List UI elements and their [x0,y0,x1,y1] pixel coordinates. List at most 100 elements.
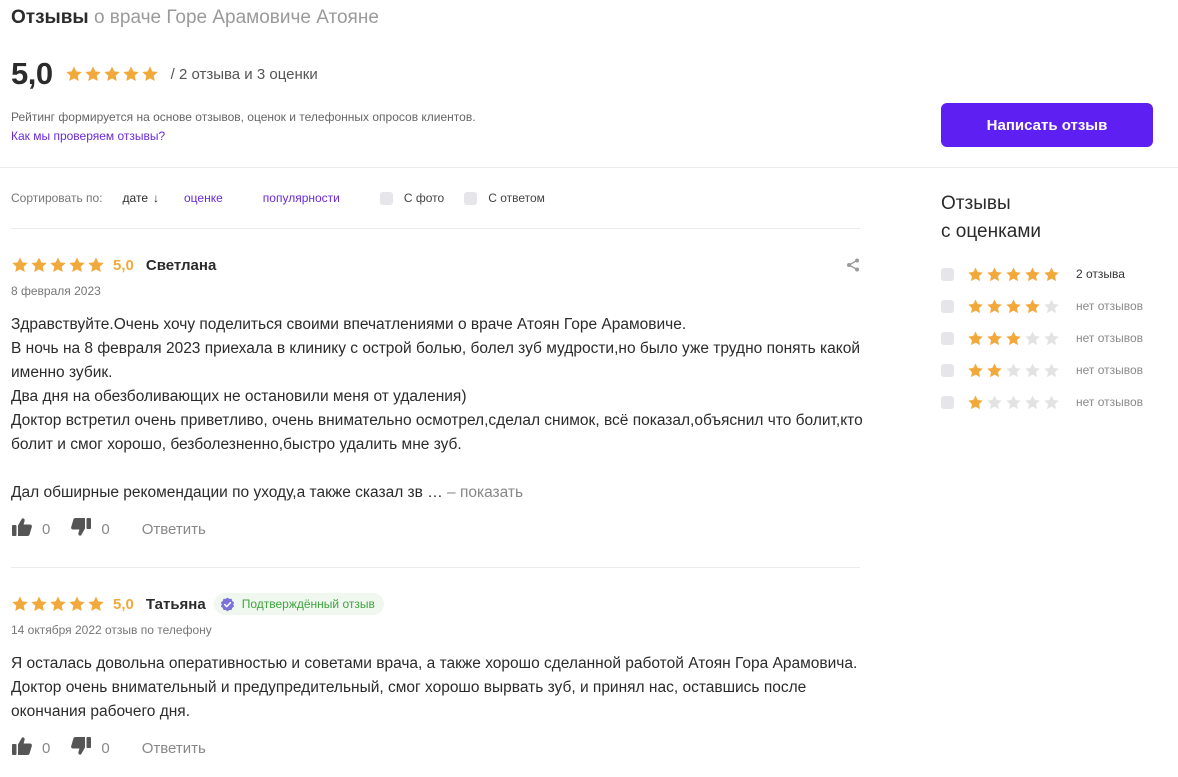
thumbs-up-icon[interactable] [11,517,33,541]
show-more-link[interactable]: – показать [447,484,523,501]
star-filled-icon [68,256,86,274]
dislike-count: 0 [101,739,110,757]
sidebar-title: Отзывы с оценками [941,190,1041,246]
star-empty-icon [1005,362,1022,379]
review-header: 5,0 Татьяна Подтверждённый отзыв [11,593,384,615]
sort-by-rating[interactable]: оценке [184,191,223,205]
star-filled-icon [967,362,984,379]
star-filled-icon [986,362,1003,379]
star-filled-icon [1005,330,1022,347]
star-filled-icon [30,595,48,613]
review-score: 5,0 [113,256,134,274]
rating-filter-checkbox[interactable] [941,267,954,281]
verified-badge-label: Подтверждённый отзыв [241,597,375,611]
review-stars [11,595,105,613]
sort-label: Сортировать по: [11,191,103,205]
star-empty-icon [1043,394,1060,411]
star-filled-icon [87,256,105,274]
verified-check-icon [220,597,234,611]
star-filled-icon [141,65,159,83]
star-filled-icon [103,65,121,83]
rating-filter-stars [967,298,1060,315]
overall-rating: 5,0 / 2 отзыва и 3 оценки [11,56,318,92]
sort-by-popularity[interactable]: популярности [263,191,340,205]
reply-button[interactable]: Ответить [142,740,206,757]
sidebar-title-line1: Отзывы [941,193,1011,214]
star-filled-icon [986,266,1003,283]
star-filled-icon [122,65,140,83]
review-text: Я осталась довольна оперативностью и сов… [11,652,871,724]
rating-filter-stars [967,394,1060,411]
star-filled-icon [1024,266,1041,283]
page-title-doctor: о враче Горе Арамовиче Атояне [93,7,379,28]
overall-stars [65,65,159,83]
rating-filter-checkbox[interactable] [941,395,954,409]
star-filled-icon [967,330,984,347]
filter-reply-label[interactable]: С ответом [488,191,545,205]
star-filled-icon [11,595,29,613]
rating-filter-count: нет отзывов [1076,299,1144,313]
rating-filter-count: нет отзывов [1076,363,1144,377]
arrow-down-icon: ↓ [153,191,159,205]
how-we-check-link[interactable]: Как мы проверяем отзывы? [11,129,165,143]
sort-by-date[interactable]: дате [123,191,148,205]
reply-button[interactable]: Ответить [142,521,206,538]
rating-filter-checkbox[interactable] [941,299,954,313]
star-filled-icon [11,256,29,274]
rating-filter-count: нет отзывов [1076,331,1144,345]
review-author: Татьяна [145,595,206,613]
star-filled-icon [986,298,1003,315]
rating-filter-stars [967,362,1060,379]
review-body: Я осталась довольна оперативностью и сов… [11,655,858,720]
filter-photo-checkbox[interactable] [379,191,393,205]
star-empty-icon [986,394,1003,411]
verified-badge: Подтверждённый отзыв [213,593,384,615]
page-title: Отзывы о враче Горе Арамовиче Атояне [11,7,379,29]
star-filled-icon [967,266,984,283]
star-filled-icon [967,298,984,315]
thumbs-up-icon[interactable] [11,736,33,760]
write-review-button[interactable]: Написать отзыв [941,103,1153,147]
rating-filter-2[interactable]: нет отзывов [941,362,1143,378]
overall-score: 5,0 [11,56,53,91]
filter-photo-label[interactable]: С фото [404,191,444,205]
review-text: Здравствуйте.Очень хочу поделиться своим… [11,313,871,505]
sidebar-title-line2: с оценками [941,221,1042,242]
rating-filter-4[interactable]: нет отзывов [941,298,1143,314]
sort-divider [11,228,860,229]
share-icon[interactable] [845,257,861,278]
star-filled-icon [49,595,67,613]
review-actions: 0 0 Ответить [11,736,206,760]
star-empty-icon [1043,330,1060,347]
page-title-bold: Отзывы [11,7,89,28]
review-actions: 0 0 Ответить [11,517,206,541]
star-empty-icon [1024,394,1041,411]
thumbs-down-icon[interactable] [70,517,92,541]
rating-filter-checkbox[interactable] [941,363,954,377]
star-filled-icon [1024,298,1041,315]
rating-filter-count: 2 отзыва [1076,267,1125,281]
rating-filter-5[interactable]: 2 отзыва [941,266,1125,282]
star-filled-icon [49,256,67,274]
star-filled-icon [30,256,48,274]
star-filled-icon [967,394,984,411]
rating-filter-checkbox[interactable] [941,331,954,345]
like-count: 0 [42,520,51,538]
star-filled-icon [65,65,83,83]
header-divider [0,167,1178,168]
review-divider [11,567,860,568]
review-author: Светлана [145,256,217,274]
thumbs-down-icon[interactable] [70,736,92,760]
rating-filter-1[interactable]: нет отзывов [941,394,1143,410]
review-stars [11,256,105,274]
star-filled-icon [87,595,105,613]
star-filled-icon [986,330,1003,347]
dislike-count: 0 [101,520,110,538]
rating-filter-3[interactable]: нет отзывов [941,330,1143,346]
review-body: Здравствуйте.Очень хочу поделиться своим… [11,316,863,501]
rating-hint: Рейтинг формируется на основе отзывов, о… [11,110,476,124]
star-empty-icon [1043,298,1060,315]
star-empty-icon [1043,362,1060,379]
filter-reply-checkbox[interactable] [464,191,478,205]
star-filled-icon [1005,298,1022,315]
